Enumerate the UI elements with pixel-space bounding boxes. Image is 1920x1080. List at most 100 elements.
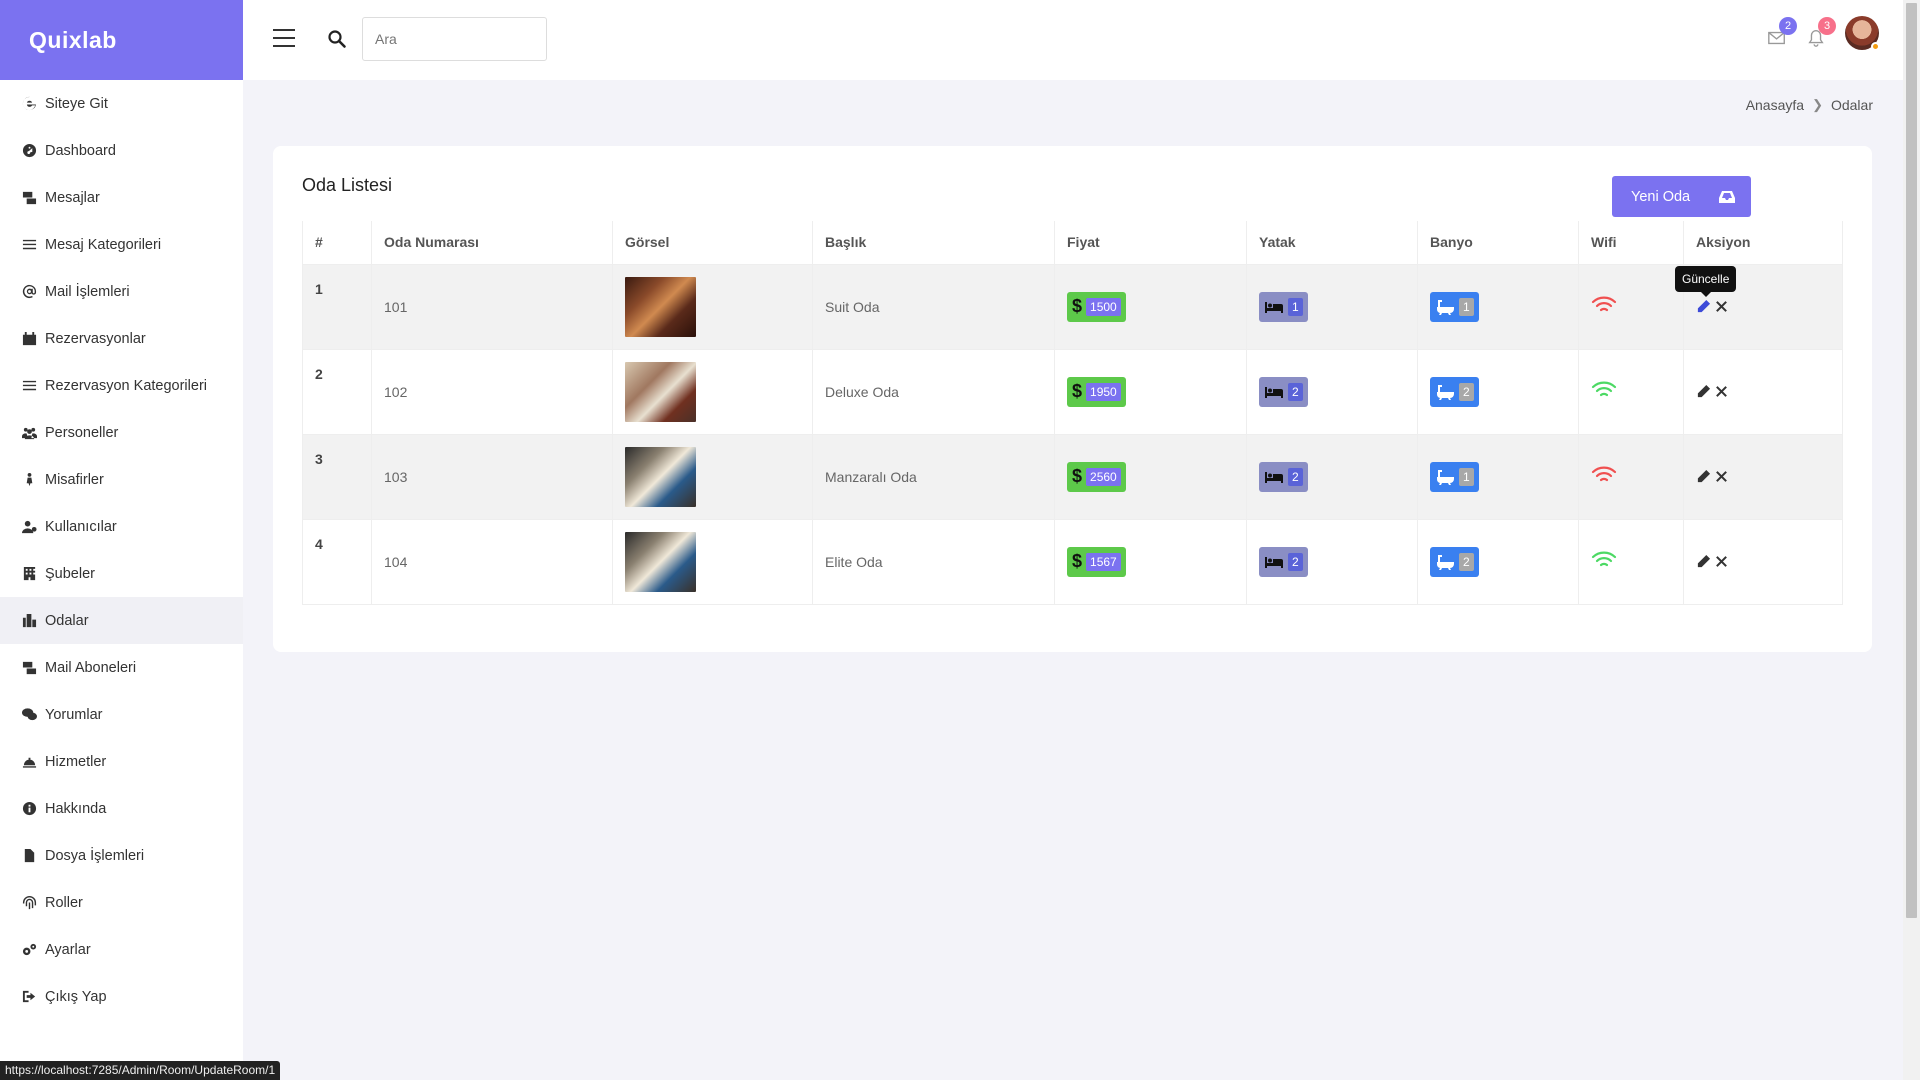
rooms-table: # Oda Numarası Görsel Başlık Fiyat Yatak…: [302, 221, 1843, 605]
sidebar-item-label: Dashboard: [45, 142, 116, 159]
room-number: 102: [371, 349, 613, 434]
table-row: 4 104 Elite Oda $1567 2 2: [302, 519, 1843, 604]
bed-badge: 1: [1259, 291, 1308, 322]
delete-x-icon[interactable]: [1714, 384, 1729, 399]
sidebar-item-label: Mail İşlemleri: [45, 283, 130, 300]
delete-x-icon[interactable]: [1714, 469, 1729, 484]
price-value: 1500: [1086, 297, 1121, 316]
sidebar-item-cikis-yap[interactable]: Çıkış Yap: [0, 973, 243, 1020]
row-index: 2: [315, 365, 323, 382]
sidebar-item-label: Personeller: [45, 424, 119, 441]
bed-icon: [1265, 386, 1283, 398]
edit-pencil-icon[interactable]: [1696, 469, 1711, 484]
breadcrumb-home[interactable]: Anasayfa: [1746, 97, 1804, 113]
sidebar-item-yorumlar[interactable]: Yorumlar: [0, 691, 243, 738]
avatar[interactable]: [1845, 16, 1880, 51]
bath-count: 2: [1459, 552, 1474, 571]
bed-count: 2: [1288, 552, 1303, 571]
delete-x-icon[interactable]: [1714, 299, 1729, 314]
room-number: 104: [371, 519, 613, 604]
col-actions: Aksiyon: [1683, 221, 1843, 264]
sidebar-item-siteye-git[interactable]: Siteye Git: [0, 80, 243, 127]
price-badge: $1500: [1067, 291, 1126, 322]
room-image: [625, 446, 696, 507]
new-room-label: Yeni Oda: [1631, 188, 1691, 205]
calendar-check-icon: [20, 330, 38, 348]
sidebar-item-rezervasyon-kategorileri[interactable]: Rezervasyon Kategorileri: [0, 362, 243, 409]
breadcrumb: Anasayfa ❯ Odalar: [1746, 97, 1873, 113]
inbox-icon: [1719, 190, 1735, 203]
sidebar-item-mail-islemleri[interactable]: Mail İşlemleri: [0, 268, 243, 315]
col-index: #: [315, 234, 323, 251]
menu-toggle-icon[interactable]: [273, 29, 295, 47]
sidebar-item-mesaj-kategorileri[interactable]: Mesaj Kategorileri: [0, 221, 243, 268]
sidebar-item-ayarlar[interactable]: Ayarlar: [0, 926, 243, 973]
sidebar-item-mail-aboneleri[interactable]: Mail Aboneleri: [0, 644, 243, 691]
card-title: Oda Listesi: [302, 175, 393, 195]
sidebar-item-label: Siteye Git: [45, 95, 108, 112]
price-badge: $1567: [1067, 546, 1126, 577]
table-row: 3 103 Manzaralı Oda $2560 2 1: [302, 434, 1843, 519]
bath-icon: [1436, 299, 1454, 315]
edit-pencil-icon[interactable]: [1696, 299, 1711, 314]
edit-pencil-icon[interactable]: [1696, 554, 1711, 569]
sidebar-item-label: Yorumlar: [45, 706, 103, 723]
delete-x-icon[interactable]: [1714, 554, 1729, 569]
sidebar-item-mesajlar[interactable]: Mesajlar: [0, 174, 243, 221]
col-wifi: Wifi: [1578, 221, 1684, 264]
brand-logo[interactable]: Quixlab: [0, 0, 243, 80]
sidebar-nav: Siteye Git Dashboard Mesajlar Mesaj Kate…: [0, 80, 243, 1020]
col-beds: Yatak: [1246, 221, 1418, 264]
bath-icon: [1436, 384, 1454, 400]
sidebar-item-label: Mesajlar: [45, 189, 100, 206]
sidebar-item-dashboard[interactable]: Dashboard: [0, 127, 243, 174]
sidebar-item-kullanicilar[interactable]: Kullanıcılar: [0, 503, 243, 550]
row-index: 3: [315, 450, 323, 467]
users-icon: [20, 424, 38, 442]
sidebar-item-label: Çıkış Yap: [45, 988, 107, 1005]
scrollbar-thumb[interactable]: [1906, 3, 1917, 918]
gears-icon: [20, 941, 38, 959]
sidebar-item-rezervasyonlar[interactable]: Rezervasyonlar: [0, 315, 243, 362]
comments-icon: [20, 706, 38, 724]
sidebar-item-odalar[interactable]: Odalar: [0, 597, 243, 644]
sidebar-item-hakkinda[interactable]: Hakkında: [0, 785, 243, 832]
wifi-off-icon: [1591, 296, 1617, 318]
dollar-icon: $: [1072, 466, 1083, 486]
new-room-button[interactable]: Yeni Oda: [1612, 176, 1751, 217]
sidebar-item-roller[interactable]: Roller: [0, 879, 243, 926]
row-index: 1: [315, 280, 323, 297]
rooms-icon: [20, 612, 38, 630]
search-input[interactable]: [362, 17, 547, 61]
sidebar-item-label: Ayarlar: [45, 941, 91, 958]
bath-badge: 2: [1430, 376, 1479, 407]
table-row: 1 101 Suit Oda $1500 1 1: [302, 264, 1843, 349]
sidebar-item-dosya-islemleri[interactable]: Dosya İşlemleri: [0, 832, 243, 879]
row-actions: [1696, 554, 1842, 569]
bed-count: 1: [1288, 297, 1303, 316]
search-icon[interactable]: [327, 29, 347, 49]
bath-count: 1: [1459, 297, 1474, 316]
wifi-on-icon: [1591, 551, 1617, 573]
edit-pencil-icon[interactable]: [1696, 384, 1711, 399]
room-image: [625, 531, 696, 592]
file-icon: [20, 847, 38, 865]
col-price: Fiyat: [1054, 221, 1247, 264]
wifi-off-icon: [1591, 466, 1617, 488]
room-title: Deluxe Oda: [812, 349, 1055, 434]
page-scrollbar[interactable]: [1903, 0, 1920, 1080]
notification-bell-icon[interactable]: 3: [1806, 17, 1836, 50]
row-actions: [1696, 384, 1842, 399]
update-tooltip: Güncelle: [1675, 266, 1737, 297]
sidebar-item-subeler[interactable]: Şubeler: [0, 550, 243, 597]
sidebar-item-label: Hizmetler: [45, 753, 107, 770]
guest-icon: [20, 471, 38, 489]
dollar-icon: $: [1072, 296, 1083, 316]
bed-icon: [1265, 301, 1283, 313]
mail-icon[interactable]: 2: [1767, 17, 1797, 50]
sidebar-item-hizmetler[interactable]: Hizmetler: [0, 738, 243, 785]
sidebar-item-misafirler[interactable]: Misafirler: [0, 456, 243, 503]
list-icon: [20, 377, 38, 395]
status-url-bar: https://localhost:7285/Admin/Room/Update…: [0, 1061, 281, 1080]
sidebar-item-personeller[interactable]: Personeller: [0, 409, 243, 456]
